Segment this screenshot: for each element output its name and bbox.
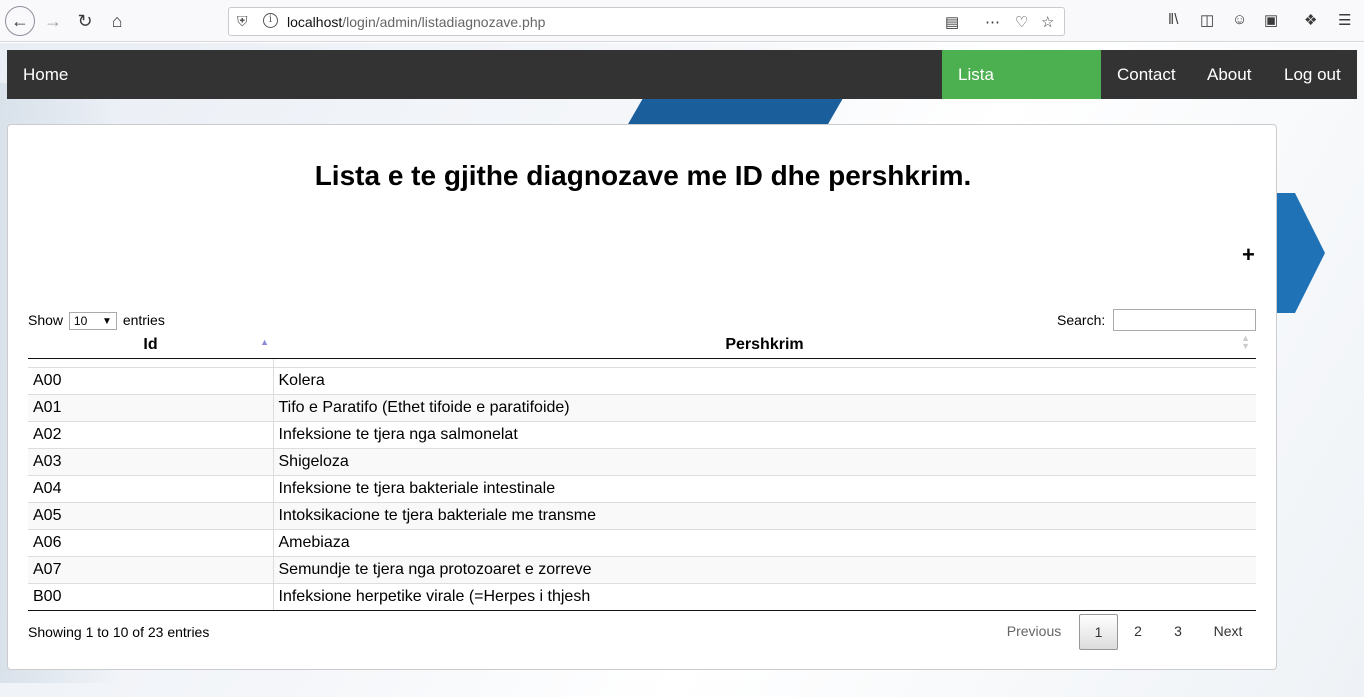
pagination-page-1[interactable]: 1 (1079, 614, 1118, 650)
search-input[interactable] (1113, 309, 1256, 331)
nav-contact[interactable]: Contact (1101, 50, 1192, 99)
sidebar-icon[interactable]: ◫ (1200, 11, 1214, 29)
page-title: Lista e te gjithe diagnozave me ID dhe p… (314, 160, 972, 191)
cell-id: A01 (28, 393, 274, 421)
cell-pershkrim: Tifo e Paratifo (Ethet tifoide e paratif… (273, 393, 1256, 421)
table-row: A06 Amebiaza (28, 528, 1256, 556)
table-row: A02 Infeksione te tjera nga salmonelat (28, 420, 1256, 448)
cell-id: A00 (28, 366, 274, 394)
nav-logout[interactable]: Log out (1268, 50, 1357, 99)
pagination-page-2[interactable]: 2 (1123, 614, 1153, 650)
menu-icon[interactable]: ☰ (1338, 11, 1351, 29)
table-row: A00 Kolera (28, 366, 1256, 394)
library-icon[interactable]: ‖\ (1168, 11, 1178, 28)
back-icon[interactable]: ← (5, 6, 35, 36)
shield-icon[interactable]: ⛨ (237, 13, 248, 30)
table-row: A04 Infeksione te tjera bakteriale intest… (28, 474, 1256, 502)
table-row: A03 Shigeloza (28, 447, 1256, 475)
table-row: A07 Semundje te tjera nga protozoaret e z… (28, 555, 1256, 583)
cell-pershkrim: Kolera (273, 366, 1256, 394)
diagnoses-table: Id ▲ Pershkrim ▲ ▼ A00 Kolera A01 Tifo e Parat… (28, 332, 1256, 611)
entries-select[interactable]: 10 ▼ (68, 312, 117, 331)
cell-id: A05 (28, 501, 274, 529)
cell-id: A03 (28, 447, 274, 475)
entries-length-control: Show 10 ▼ entries (28, 312, 165, 331)
table-row: A01 Tifo e Paratifo (Ethet tifoide e para… (28, 393, 1256, 421)
top-navigation: Home Lista diagnozave Contact About Log … (7, 50, 1357, 133)
pagination-previous[interactable]: Previous (996, 614, 1072, 650)
search-label: Search: (1057, 312, 1106, 328)
nav-lista-diagnozave[interactable]: Lista diagnozave (942, 50, 1101, 133)
table-row: B00 Infeksione herpetike virale (=Herpes … (28, 582, 1256, 611)
cell-id: A02 (28, 420, 274, 448)
cell-pershkrim: Infeksione te tjera bakteriale intestina… (273, 474, 1256, 502)
addons-icon[interactable]: ❖ (1304, 11, 1317, 29)
column-header-id[interactable]: Id ▲ (28, 332, 273, 359)
cell-pershkrim: Amebiaza (273, 528, 1256, 556)
cell-id: A04 (28, 474, 274, 502)
reload-icon[interactable]: ↻ (72, 8, 98, 34)
account-icon[interactable]: ☺ (1232, 11, 1247, 28)
cell-pershkrim: Infeksione te tjera nga salmonelat (273, 420, 1256, 448)
nav-about[interactable]: About (1191, 50, 1267, 99)
forward-icon[interactable]: → (40, 8, 66, 34)
pocket-icon[interactable]: ♡ (1015, 13, 1028, 31)
nav-home[interactable]: Home (7, 50, 84, 99)
cell-pershkrim: Infeksione herpetike virale (=Herpes i t… (273, 582, 1256, 611)
show-label: Show (28, 312, 64, 328)
cell-pershkrim: Shigeloza (273, 447, 1256, 475)
column-header-pershkrim[interactable]: Pershkrim ▲ ▼ (273, 332, 1256, 359)
address-bar[interactable]: ⛨ i localhost/login/admin/listadiagnozav… (228, 7, 1065, 36)
sort-asc-icon: ▲ (260, 337, 269, 347)
reader-view-icon[interactable]: ▤ (945, 13, 959, 31)
cell-id: A07 (28, 555, 274, 583)
cell-id: B00 (28, 582, 274, 611)
info-icon[interactable]: i (263, 13, 278, 28)
entries-label: entries (122, 312, 165, 328)
table-row: A05 Intoksikacione te tjera bakteriale me… (28, 501, 1256, 529)
more-actions-icon[interactable]: ⋯ (985, 13, 1000, 31)
cell-id: A06 (28, 528, 274, 556)
url-text[interactable]: localhost/login/admin/listadiagnozave.ph… (287, 14, 545, 30)
sort-both-icon: ▲ ▼ (1241, 333, 1250, 351)
pagination-page-3[interactable]: 3 (1163, 614, 1193, 650)
pagination-next[interactable]: Next (1204, 614, 1252, 650)
browser-toolbar: ← → ↻ ⌂ ⛨ i localhost/login/admin/listad… (0, 0, 1364, 42)
table-info: Showing 1 to 10 of 23 entries (28, 624, 210, 640)
content-card: Lista e te gjithe diagnozave me ID dhe p… (7, 124, 1277, 670)
cell-pershkrim: Intoksikacione te tjera bakteriale me tr… (273, 501, 1256, 529)
bookmark-star-icon[interactable]: ☆ (1041, 13, 1054, 31)
cell-pershkrim: Semundje te tjera nga protozoaret e zorr… (273, 555, 1256, 583)
add-diagnosis-button[interactable]: + (1242, 242, 1255, 268)
chevron-down-icon: ▼ (102, 316, 112, 328)
extension-icon[interactable]: ▣ (1264, 11, 1278, 29)
home-icon[interactable]: ⌂ (104, 8, 130, 34)
